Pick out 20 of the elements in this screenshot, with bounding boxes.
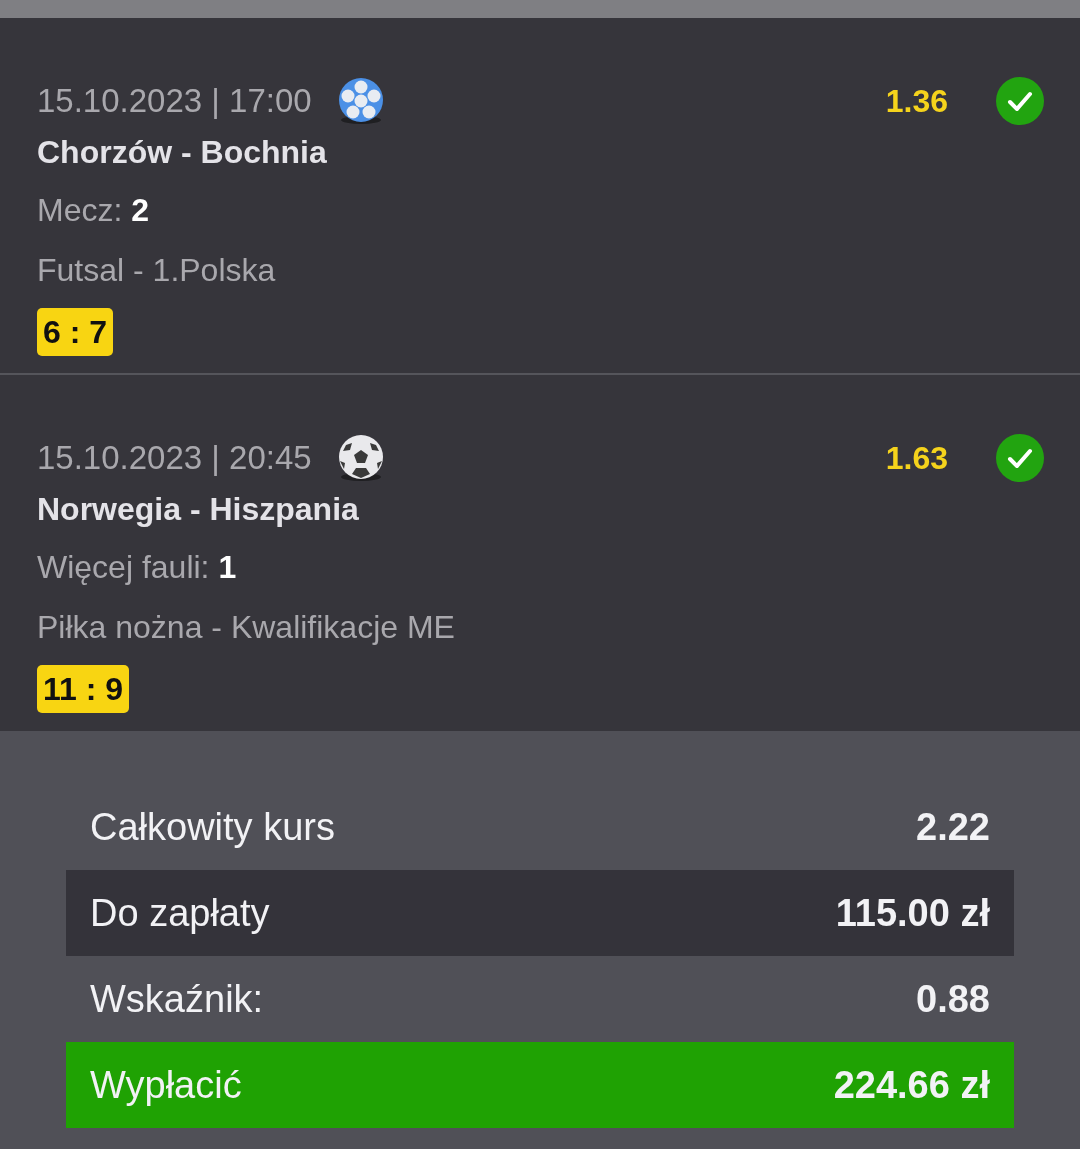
match-teams: Chorzów - Bochnia: [37, 134, 328, 170]
match-teams: Norwegia - Hiszpania: [37, 491, 360, 527]
league-name: Piłka nożna - Kwalifikacje ME: [37, 609, 455, 645]
summary-value: 115.00 zł: [835, 890, 990, 936]
match-datetime: 15.10.2023 | 20:45: [37, 438, 312, 478]
match-score: 11 : 9: [37, 665, 130, 713]
bet-pick: Mecz: 2: [37, 192, 150, 228]
odds-value: 1.36: [884, 82, 948, 121]
summary-label: Do zapłaty: [90, 890, 270, 936]
summary-label: Wypłacić: [90, 1062, 242, 1108]
bet-pick: Więcej fauli: 1: [37, 549, 237, 585]
match-datetime: 15.10.2023 | 17:00: [37, 81, 312, 121]
summary-label: Całkowity kurs: [90, 804, 335, 850]
summary-value: 2.22: [916, 804, 990, 850]
match-score: 6 : 7: [37, 308, 114, 356]
summary-value: 0.88: [916, 976, 990, 1022]
league-name: Futsal - 1.Polska: [37, 252, 276, 288]
summary-value: 224.66 zł: [833, 1062, 990, 1108]
summary-label: Wskaźnik:: [90, 976, 264, 1022]
odds-value: 1.63: [884, 439, 948, 478]
